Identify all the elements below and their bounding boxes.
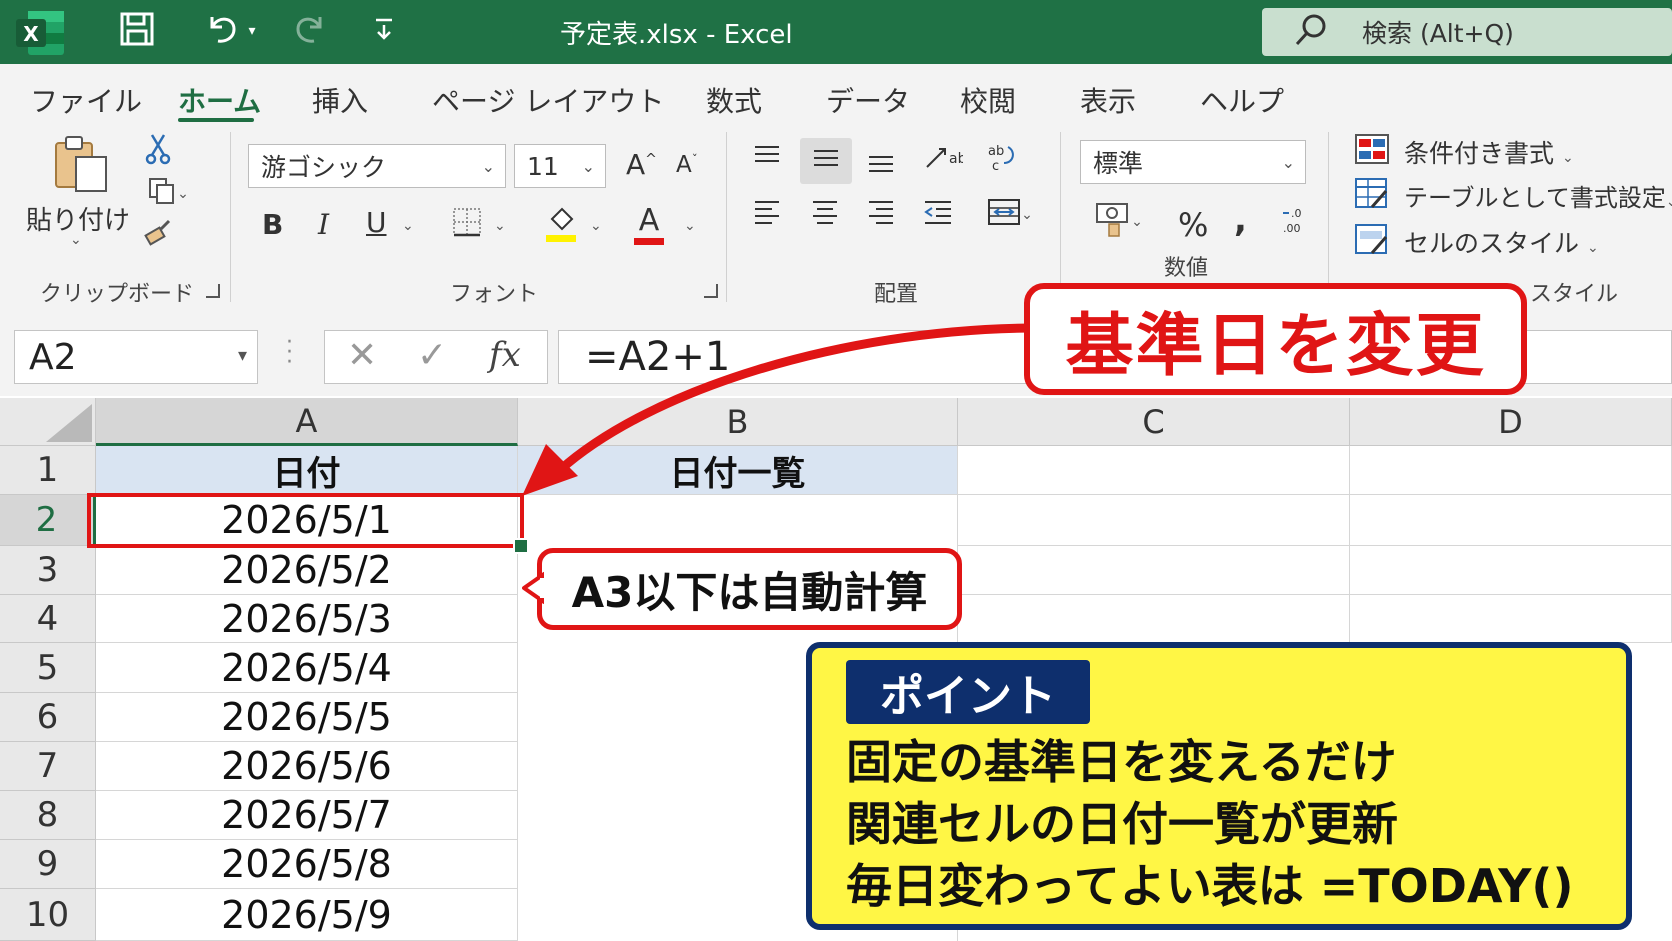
change-base-date-callout: 基準日を変更	[1024, 283, 1527, 395]
point-summary-box: ポイント 固定の基準日を変えるだけ 関連セルの日付一覧が更新 毎日変わってよい表…	[806, 642, 1632, 930]
point-line-2: 関連セルの日付一覧が更新	[846, 797, 1398, 851]
callout-pointer	[522, 572, 544, 604]
point-line-3: 毎日変わってよい表は =TODAY()	[846, 859, 1574, 913]
point-line-1: 固定の基準日を変えるだけ	[846, 735, 1397, 789]
auto-calc-callout: A3以下は自動計算	[537, 548, 962, 630]
point-badge: ポイント	[846, 660, 1090, 724]
